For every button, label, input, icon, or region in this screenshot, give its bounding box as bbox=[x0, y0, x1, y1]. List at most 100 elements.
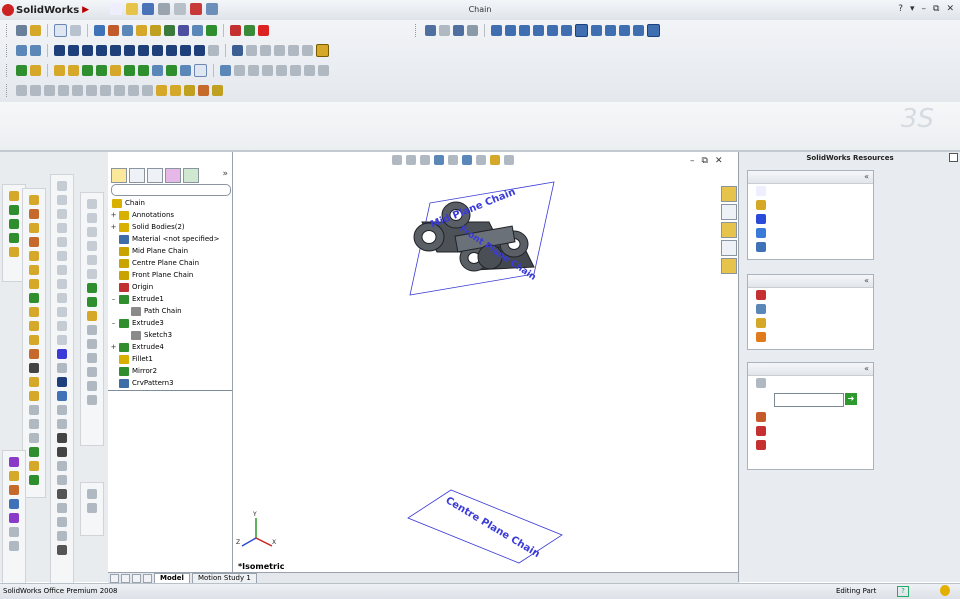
feature-tree-filter[interactable] bbox=[111, 184, 231, 196]
display-style-icon[interactable] bbox=[462, 155, 472, 165]
search-go-button[interactable]: ➜ bbox=[845, 393, 857, 405]
view-bottom-icon[interactable] bbox=[561, 25, 572, 36]
radiate-surface-icon[interactable] bbox=[100, 85, 111, 96]
shell-icon[interactable] bbox=[152, 65, 163, 76]
revolve-icon[interactable] bbox=[30, 65, 41, 76]
weld-icon[interactable] bbox=[57, 517, 67, 527]
misc-icon[interactable] bbox=[9, 541, 19, 551]
fit-spline-icon[interactable] bbox=[304, 65, 315, 76]
fillet-sketch-icon[interactable] bbox=[138, 45, 149, 56]
zoom-to-fit-icon[interactable] bbox=[392, 155, 402, 165]
cut-extrude-icon[interactable] bbox=[29, 251, 39, 261]
toolbar-grip[interactable] bbox=[6, 64, 10, 77]
pin-icon[interactable] bbox=[949, 153, 958, 162]
tree-expander-icon[interactable]: – bbox=[110, 319, 117, 327]
edit-appearance-icon[interactable] bbox=[490, 155, 500, 165]
dimxpert-tab-icon[interactable] bbox=[165, 167, 181, 183]
red-square-icon[interactable] bbox=[258, 25, 269, 36]
sketch-icon[interactable] bbox=[16, 45, 27, 56]
loft-icon[interactable] bbox=[68, 65, 79, 76]
grid-tool-icon[interactable] bbox=[57, 461, 67, 471]
previous-tab-icon[interactable] bbox=[121, 574, 130, 583]
spell-check-icon[interactable] bbox=[94, 25, 105, 36]
arc-icon[interactable] bbox=[96, 45, 107, 56]
tree-item[interactable]: Mid Plane Chain bbox=[110, 245, 232, 257]
relations-icon[interactable] bbox=[288, 45, 299, 56]
cut-revolve-icon[interactable] bbox=[29, 265, 39, 275]
list-item[interactable] bbox=[748, 198, 873, 212]
split-line-icon[interactable] bbox=[234, 65, 245, 76]
fillet-feature-icon[interactable] bbox=[29, 307, 39, 317]
tree-item[interactable]: – Extrude3 bbox=[110, 317, 232, 329]
pencil-icon[interactable] bbox=[57, 363, 67, 373]
rib-feature-icon[interactable] bbox=[29, 335, 39, 345]
help-dropdown-icon[interactable]: ▾ bbox=[910, 4, 915, 14]
graphics-area[interactable]: Mid Plane Chain Front Plane Chain Centre… bbox=[234, 152, 737, 572]
tree-item[interactable]: Fillet1 bbox=[110, 353, 232, 365]
annotation-icon[interactable] bbox=[136, 25, 147, 36]
section-view-icon[interactable] bbox=[467, 25, 478, 36]
chamfer-icon[interactable] bbox=[29, 321, 39, 331]
cut-sweep-icon[interactable] bbox=[29, 279, 39, 289]
view-top-icon[interactable] bbox=[547, 25, 558, 36]
list-item[interactable] bbox=[748, 226, 873, 240]
lofted-surface-icon[interactable] bbox=[58, 85, 69, 96]
rectangle-icon[interactable] bbox=[68, 45, 79, 56]
tree-item[interactable]: Path Chain bbox=[110, 305, 232, 317]
tree-expander-icon[interactable]: + bbox=[110, 343, 117, 351]
mass-properties-icon[interactable] bbox=[164, 25, 175, 36]
trim-surface-icon[interactable] bbox=[170, 85, 181, 96]
tree-item[interactable]: Sketch3 bbox=[110, 329, 232, 341]
rapid-sketch-icon[interactable] bbox=[316, 44, 329, 57]
grid-icon[interactable] bbox=[9, 233, 19, 243]
help-icon[interactable]: ? bbox=[897, 586, 909, 597]
small-tool-icon[interactable] bbox=[87, 489, 97, 499]
gear-tool-icon[interactable] bbox=[57, 503, 67, 513]
offset-surface-icon[interactable] bbox=[86, 85, 97, 96]
point-icon[interactable] bbox=[166, 45, 177, 56]
view-right-icon[interactable] bbox=[533, 25, 544, 36]
flex-icon[interactable] bbox=[29, 433, 39, 443]
viewport-minimize-button[interactable]: – bbox=[690, 156, 695, 166]
list-item[interactable] bbox=[748, 288, 873, 302]
list-item[interactable] bbox=[748, 424, 873, 438]
palette-icon[interactable] bbox=[9, 513, 19, 523]
instant3d-icon[interactable] bbox=[194, 64, 207, 77]
select-icon[interactable] bbox=[54, 24, 67, 37]
hide-show-items-icon[interactable] bbox=[476, 155, 486, 165]
rebuild-tool-icon[interactable] bbox=[30, 25, 41, 36]
group-collapse-button[interactable]: « bbox=[748, 363, 873, 376]
extruded-surface-icon[interactable] bbox=[16, 85, 27, 96]
toolbar-grip[interactable] bbox=[415, 24, 419, 37]
relation-tool-icon[interactable] bbox=[9, 247, 19, 257]
ellipse-icon[interactable] bbox=[124, 45, 135, 56]
boss-sweep-icon[interactable] bbox=[29, 223, 39, 233]
face-curves-icon[interactable] bbox=[318, 65, 329, 76]
toolbar-grip[interactable] bbox=[6, 84, 10, 97]
first-tab-icon[interactable] bbox=[110, 574, 119, 583]
file-explorer-tab-icon[interactable] bbox=[721, 222, 737, 238]
boundary-surface-icon[interactable] bbox=[72, 85, 83, 96]
table-icon[interactable] bbox=[122, 25, 133, 36]
draft-icon[interactable] bbox=[166, 65, 177, 76]
knit-surface-icon[interactable] bbox=[114, 85, 125, 96]
swept-surface-icon[interactable] bbox=[44, 85, 55, 96]
line-tool-icon[interactable] bbox=[9, 205, 19, 215]
view-trimetric-icon[interactable] bbox=[591, 25, 602, 36]
helix-icon[interactable] bbox=[262, 65, 273, 76]
assembly-tool-icon[interactable] bbox=[87, 283, 97, 293]
feature-tree-root[interactable]: Chain bbox=[110, 197, 232, 209]
tree-item[interactable]: Material <not specified> bbox=[110, 233, 232, 245]
section-view-tool-icon[interactable] bbox=[434, 155, 444, 165]
close-button[interactable]: ✕ bbox=[946, 4, 954, 14]
toolbar-grip[interactable] bbox=[6, 24, 10, 37]
explode-tool-icon[interactable] bbox=[87, 353, 97, 363]
wrap-icon[interactable] bbox=[29, 391, 39, 401]
spline-icon[interactable] bbox=[110, 45, 121, 56]
table-tool-icon[interactable] bbox=[57, 475, 67, 485]
select-dropdown-icon[interactable] bbox=[70, 25, 81, 36]
extend-surface-icon[interactable] bbox=[142, 85, 153, 96]
normal-to-icon[interactable] bbox=[619, 25, 630, 36]
minimize-button[interactable]: – bbox=[922, 4, 927, 14]
zoom-to-area-icon[interactable] bbox=[406, 155, 416, 165]
